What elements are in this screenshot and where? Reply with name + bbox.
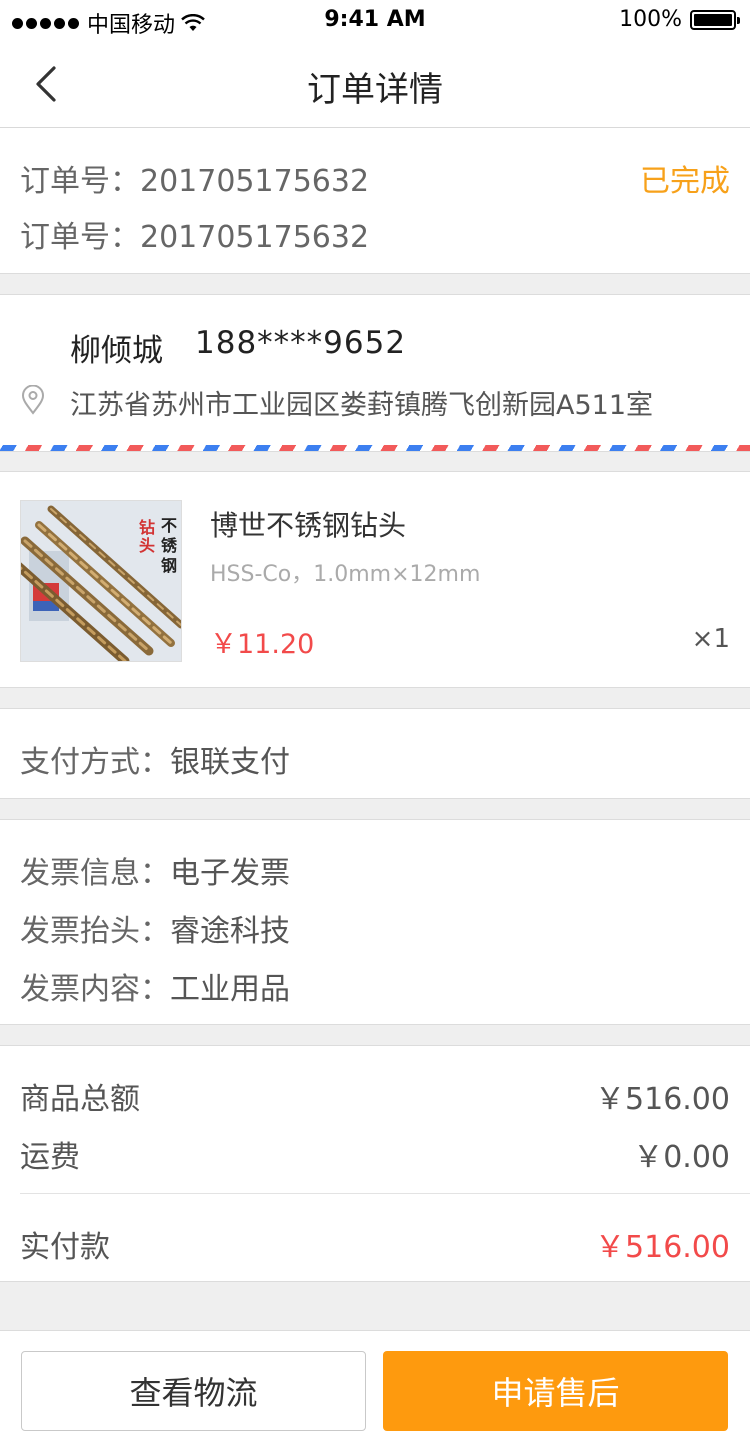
svg-text:钢: 钢 bbox=[161, 556, 177, 575]
order-status-badge: 已完成 bbox=[640, 164, 730, 199]
svg-text:头: 头 bbox=[139, 536, 155, 555]
payment-row: 支付方式：银联支付 bbox=[20, 737, 290, 781]
paid-amount-value: ￥516.00 bbox=[595, 1230, 730, 1265]
status-bar: 中国移动 9:41 AM 100% bbox=[0, 0, 750, 40]
address-section[interactable]: 柳倾城 188****9652 江苏省苏州市工业园区娄葑镇腾飞创新园A511室 bbox=[0, 294, 750, 452]
freight-value: ￥0.00 bbox=[633, 1140, 730, 1175]
apply-after-sale-button[interactable]: 申请售后 bbox=[383, 1351, 728, 1431]
order-number-2: 201705175632 bbox=[140, 220, 370, 255]
product-name: 博世不锈钢钻头 bbox=[210, 509, 407, 542]
goods-total-row: 商品总额 ￥516.00 bbox=[20, 1074, 730, 1118]
invoice-type-value: 电子发票 bbox=[170, 856, 290, 891]
payment-value: 银联支付 bbox=[170, 745, 290, 780]
address-detail: 江苏省苏州市工业园区娄葑镇腾飞创新园A511室 bbox=[70, 390, 654, 421]
battery-icon bbox=[690, 9, 740, 30]
svg-text:钻: 钻 bbox=[139, 518, 155, 537]
summary-divider bbox=[20, 1193, 750, 1194]
order-info-section: 订单号：201705175632 订单号：201705175632 已完成 bbox=[0, 128, 750, 274]
payment-section: 支付方式：银联支付 bbox=[0, 708, 750, 799]
invoice-content-value: 工业用品 bbox=[170, 972, 290, 1007]
product-section[interactable]: 钻 头 不 锈 钢 博世不锈钢钻头 HSS-Co，1.0mm×12mm ￥11.… bbox=[0, 471, 750, 688]
svg-text:锈: 锈 bbox=[161, 536, 178, 555]
view-logistics-button[interactable]: 查看物流 bbox=[21, 1351, 366, 1431]
status-right: 100% bbox=[619, 7, 740, 32]
order-number-row: 订单号：201705175632 bbox=[20, 156, 369, 200]
invoice-section: 发票信息：电子发票 发票抬头：睿途科技 发票内容：工业用品 bbox=[0, 819, 750, 1025]
invoice-title-value: 睿途科技 bbox=[170, 914, 290, 949]
price-summary-section: 商品总额 ￥516.00 运费 ￥0.00 实付款 ￥516.00 bbox=[0, 1045, 750, 1282]
invoice-row: 发票信息：电子发票 bbox=[20, 848, 290, 892]
order-number-row-2: 订单号：201705175632 bbox=[20, 212, 369, 256]
bottom-action-bar: 查看物流 申请售后 bbox=[0, 1330, 750, 1450]
paid-amount-label: 实付款 bbox=[20, 1230, 110, 1265]
page-title: 订单详情 bbox=[307, 70, 443, 110]
airmail-border bbox=[0, 445, 750, 451]
recipient-name: 柳倾城 bbox=[70, 333, 163, 369]
order-number-label: 订单号： bbox=[20, 164, 140, 199]
order-number-label-2: 订单号： bbox=[20, 220, 140, 255]
svg-text:不: 不 bbox=[161, 516, 177, 535]
battery-percent: 100% bbox=[619, 7, 682, 32]
goods-total-value: ￥516.00 bbox=[595, 1082, 730, 1117]
product-thumbnail: 钻 头 不 锈 钢 bbox=[20, 500, 182, 662]
recipient-phone: 188****9652 bbox=[195, 325, 407, 361]
freight-row: 运费 ￥0.00 bbox=[20, 1132, 730, 1176]
invoice-content-label: 发票内容： bbox=[20, 972, 170, 1007]
drill-bits-image: 钻 头 不 锈 钢 bbox=[21, 501, 181, 661]
nav-bar: 订单详情 bbox=[0, 40, 750, 128]
invoice-type-label: 发票信息： bbox=[20, 856, 170, 891]
product-price: ￥11.20 bbox=[210, 629, 315, 660]
invoice-row: 发票抬头：睿途科技 bbox=[20, 906, 290, 950]
invoice-row: 发票内容：工业用品 bbox=[20, 964, 290, 1008]
order-number: 201705175632 bbox=[140, 164, 370, 199]
invoice-title-label: 发票抬头： bbox=[20, 914, 170, 949]
payment-label: 支付方式： bbox=[20, 745, 170, 780]
freight-label: 运费 bbox=[20, 1140, 80, 1175]
product-quantity: ×1 bbox=[691, 624, 730, 654]
goods-total-label: 商品总额 bbox=[20, 1082, 140, 1117]
product-spec: HSS-Co，1.0mm×12mm bbox=[210, 562, 481, 587]
paid-amount-row: 实付款 ￥516.00 bbox=[20, 1222, 730, 1266]
location-pin-icon bbox=[21, 385, 45, 415]
